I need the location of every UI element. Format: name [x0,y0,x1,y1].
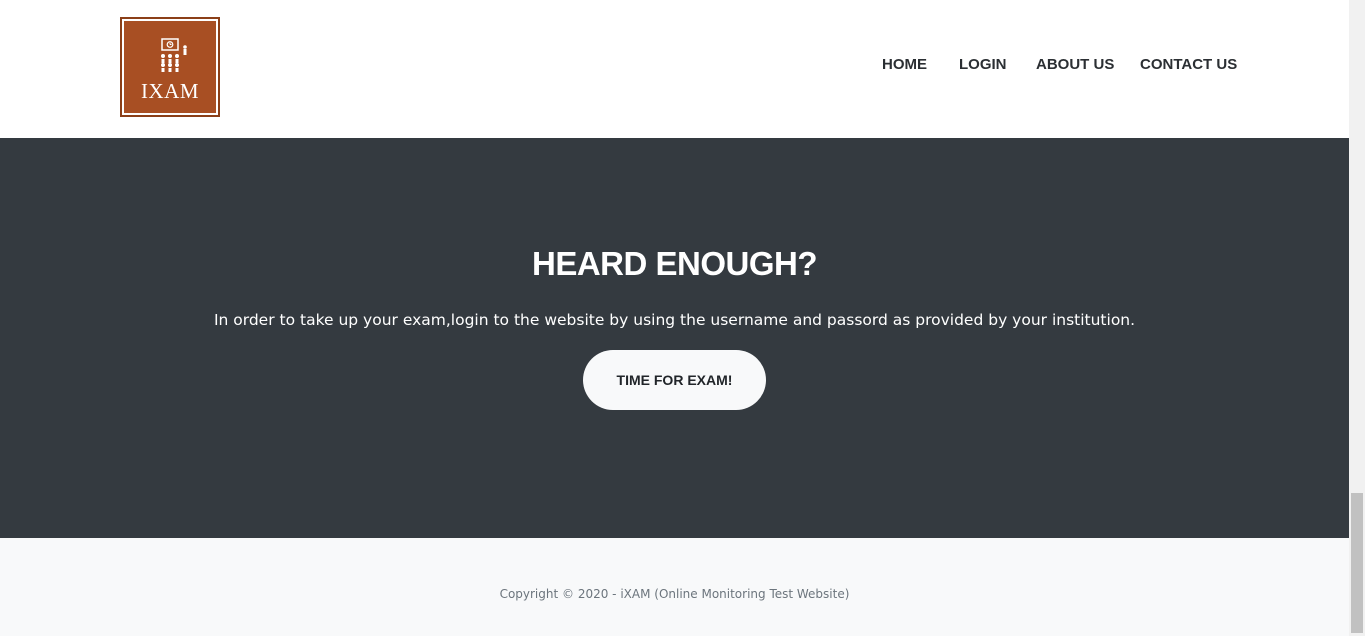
exam-hall-icon [161,38,187,72]
scrollbar-thumb[interactable] [1351,493,1363,633]
nav-home[interactable]: HOME [882,56,927,73]
nav-login[interactable]: LOGIN [959,56,1007,73]
hero-description: In order to take up your exam,login to t… [213,311,1136,329]
site-header: IXAM HOME LOGIN ABOUT US CONTACT US [0,0,1349,138]
page: IXAM HOME LOGIN ABOUT US CONTACT US HEAR… [0,0,1349,636]
hero-section: HEARD ENOUGH? In order to take up your e… [0,138,1349,538]
time-for-exam-button[interactable]: TIME FOR EXAM! [583,350,766,410]
logo-text: IXAM [141,79,199,103]
site-logo[interactable]: IXAM [120,17,220,117]
site-footer: Copyright © 2020 - iXAM (Online Monitori… [0,538,1349,636]
page-scrollbar[interactable] [1349,0,1365,636]
nav-contact-us[interactable]: CONTACT US [1140,56,1237,73]
nav-about-us[interactable]: ABOUT US [1036,56,1114,73]
hero-title: HEARD ENOUGH? [531,245,818,282]
copyright-text: Copyright © 2020 - iXAM (Online Monitori… [499,587,850,601]
